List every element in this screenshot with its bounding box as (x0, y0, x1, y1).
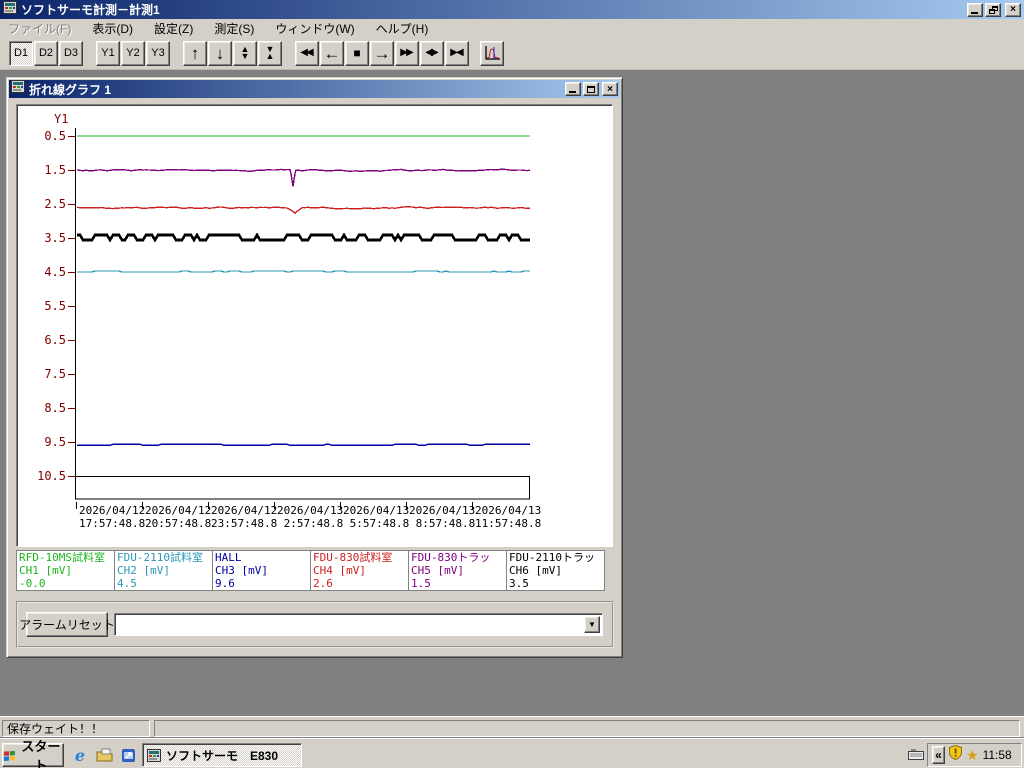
svg-text:3.5: 3.5 (44, 231, 66, 245)
show-desktop-icon[interactable] (94, 745, 114, 765)
svg-text:4.5: 4.5 (44, 265, 66, 279)
restore-icon[interactable] (985, 2, 1001, 17)
tray-chevron-icon[interactable]: « (932, 746, 945, 764)
svg-text:17:57:48.8: 17:57:48.8 (79, 517, 145, 530)
svg-text:11:57:48.8: 11:57:48.8 (475, 517, 541, 530)
svg-text:5.5: 5.5 (44, 299, 66, 313)
expand-horizontal-icon[interactable]: ◀▶ (420, 40, 444, 66)
svg-text:1.5: 1.5 (44, 163, 66, 177)
menu-item-help[interactable]: ヘルプ(H) (370, 19, 435, 38)
svg-text:23:57:48.8: 23:57:48.8 (211, 517, 277, 530)
legend-cell-ch4: FDU-830試料室 CH4 [mV] 2.6 (310, 550, 409, 591)
maximize-icon[interactable] (583, 82, 599, 96)
graph-client: Y1 0.5 1.5 2.5 3.5 4.5 5.5 6.5 7.5 8.5 9.5 10.5 2026… (9, 98, 620, 655)
star-icon[interactable]: ★ (966, 748, 979, 762)
menu-item-measure[interactable]: 測定(S) (208, 19, 260, 38)
svg-text:10.5: 10.5 (37, 469, 66, 483)
close-icon[interactable]: × (1005, 2, 1021, 17)
svg-text:2026/04/13: 2026/04/13 (409, 504, 475, 517)
security-shield-icon[interactable] (948, 744, 963, 765)
svg-text:0.5: 0.5 (44, 129, 66, 143)
compress-horizontal-icon[interactable]: ▶◀ (445, 40, 469, 66)
tray-clock[interactable]: 11:58 (983, 748, 1012, 762)
expand-vertical-icon[interactable]: ▲ ▼ (233, 40, 257, 66)
statusbar: 保存ウェイト！！ (0, 716, 1024, 738)
minimize-icon[interactable] (967, 2, 983, 17)
menu-item-settings[interactable]: 設定(Z) (148, 19, 199, 38)
scroll-right-icon[interactable]: → (370, 40, 394, 66)
toolbar-button-y2[interactable]: Y2 (121, 40, 145, 66)
graph-window: 折れ線グラフ 1 × Y1 0.5 1.5 2.5 3.5 4.5 5.5 6.5 7.5 8.5… (6, 77, 623, 658)
status-message: 保存ウェイト！！ (2, 720, 150, 737)
main-window-title: ソフトサーモ計測－計測1 (21, 3, 160, 17)
legend-cell-ch2: FDU-2110試料室 CH2 [mV] 4.5 (114, 550, 213, 591)
desktop-area: 折れ線グラフ 1 × Y1 0.5 1.5 2.5 3.5 4.5 5.5 6.5 7.5 8.5… (0, 70, 1024, 716)
task-button-softthermo[interactable]: ソフトサーモ E830 (142, 743, 302, 767)
toolbar: D1 D2 D3 Y1 Y2 Y3 ↑ ↓ ▲ ▼ ▼ ▲ ◀◀ ← ■ → ▶▶ ◀▶ ▶◀ (0, 37, 1024, 70)
menu-item-file[interactable]: ファイル(F) (2, 19, 77, 38)
svg-text:2026/04/12: 2026/04/12 (211, 504, 277, 517)
legend-cell-ch3: HALL CH3 [mV] 9.6 (212, 550, 311, 591)
menu-item-view[interactable]: 表示(D) (86, 19, 139, 38)
stop-icon[interactable]: ■ (345, 40, 369, 66)
legend-cell-ch6: FDU-2110トラッ CH6 [mV] 3.5 (506, 550, 605, 591)
app-icon (147, 748, 161, 762)
internet-explorer-icon[interactable]: e (70, 745, 90, 765)
legend-cell-ch5: FDU-830トラッ CH5 [mV] 1.5 (408, 550, 507, 591)
alarm-combobox[interactable]: ▼ (114, 613, 603, 636)
system-tray: « ★ 11:58 (927, 743, 1022, 767)
minimize-icon[interactable] (565, 82, 581, 96)
svg-text:2026/04/13: 2026/04/13 (475, 504, 541, 517)
svg-text:2026/04/13: 2026/04/13 (277, 504, 343, 517)
scroll-up-icon[interactable]: ↑ (183, 40, 207, 66)
toolbar-button-d2[interactable]: D2 (34, 40, 58, 66)
chart-panel: Y1 0.5 1.5 2.5 3.5 4.5 5.5 6.5 7.5 8.5 9.5 10.5 2026… (16, 104, 613, 547)
menu-item-window[interactable]: ウィンドウ(W) (269, 19, 360, 38)
toolbar-button-y1[interactable]: Y1 (96, 40, 120, 66)
graph-window-title: 折れ線グラフ 1 (29, 82, 112, 97)
svg-text:20:57:48.8: 20:57:48.8 (145, 517, 211, 530)
svg-text:2026/04/13: 2026/04/13 (343, 504, 409, 517)
alarm-combobox-input[interactable] (117, 616, 583, 633)
toolbar-button-y3[interactable]: Y3 (146, 40, 170, 66)
close-icon[interactable]: × (602, 82, 618, 96)
menubar: ファイル(F) 表示(D) 設定(Z) 測定(S) ウィンドウ(W) ヘルプ(H) (0, 19, 1024, 37)
toolbar-button-d3[interactable]: D3 (59, 40, 83, 66)
channel-legend: RFD-10MS試料室 CH1 [mV] -0.0 FDU-2110試料室 CH2 [m… (16, 550, 605, 591)
graph-window-titlebar[interactable]: 折れ線グラフ 1 × (9, 80, 620, 98)
svg-text:8.5: 8.5 (44, 401, 66, 415)
svg-text:Y1: Y1 (54, 112, 68, 126)
ie-channel-icon[interactable] (118, 745, 138, 765)
legend-cell-ch1: RFD-10MS試料室 CH1 [mV] -0.0 (16, 550, 115, 591)
fast-rewind-icon[interactable]: ◀◀ (295, 40, 319, 66)
taskbar: スタート e ソフトサーモ E830 « ★ 11:58 (0, 738, 1024, 768)
svg-text:2026/04/12: 2026/04/12 (145, 504, 211, 517)
keyboard-icon[interactable] (908, 747, 924, 765)
svg-text:7.5: 7.5 (44, 367, 66, 381)
alarm-groupbox: アラームリセット ▼ (16, 601, 614, 648)
svg-text:8:57:48.8: 8:57:48.8 (409, 517, 475, 530)
svg-text:5:57:48.8: 5:57:48.8 (343, 517, 409, 530)
graph-settings-button[interactable] (480, 40, 504, 66)
svg-text:6.5: 6.5 (44, 333, 66, 347)
start-button[interactable]: スタート (2, 739, 64, 768)
windows-logo-icon (3, 750, 15, 761)
compress-vertical-icon[interactable]: ▼ ▲ (258, 40, 282, 66)
status-panel-2 (154, 720, 1020, 737)
svg-text:2.5: 2.5 (44, 197, 66, 211)
graph-window-icon (11, 80, 25, 98)
app-icon (3, 0, 17, 19)
chevron-down-icon[interactable]: ▼ (584, 616, 600, 633)
scroll-down-icon[interactable]: ↓ (208, 40, 232, 66)
scroll-left-icon[interactable]: ← (320, 40, 344, 66)
svg-text:2:57:48.8: 2:57:48.8 (277, 517, 343, 530)
fast-forward-icon[interactable]: ▶▶ (395, 40, 419, 66)
alarm-reset-button[interactable]: アラームリセット (19, 612, 115, 637)
svg-text:9.5: 9.5 (44, 435, 66, 449)
chart-svg: Y1 0.5 1.5 2.5 3.5 4.5 5.5 6.5 7.5 8.5 9.5 10.5 2026… (37, 112, 541, 530)
toolbar-button-d1[interactable]: D1 (9, 40, 33, 66)
main-titlebar[interactable]: ソフトサーモ計測－計測1 × (0, 0, 1024, 19)
svg-text:2026/04/12: 2026/04/12 (79, 504, 145, 517)
